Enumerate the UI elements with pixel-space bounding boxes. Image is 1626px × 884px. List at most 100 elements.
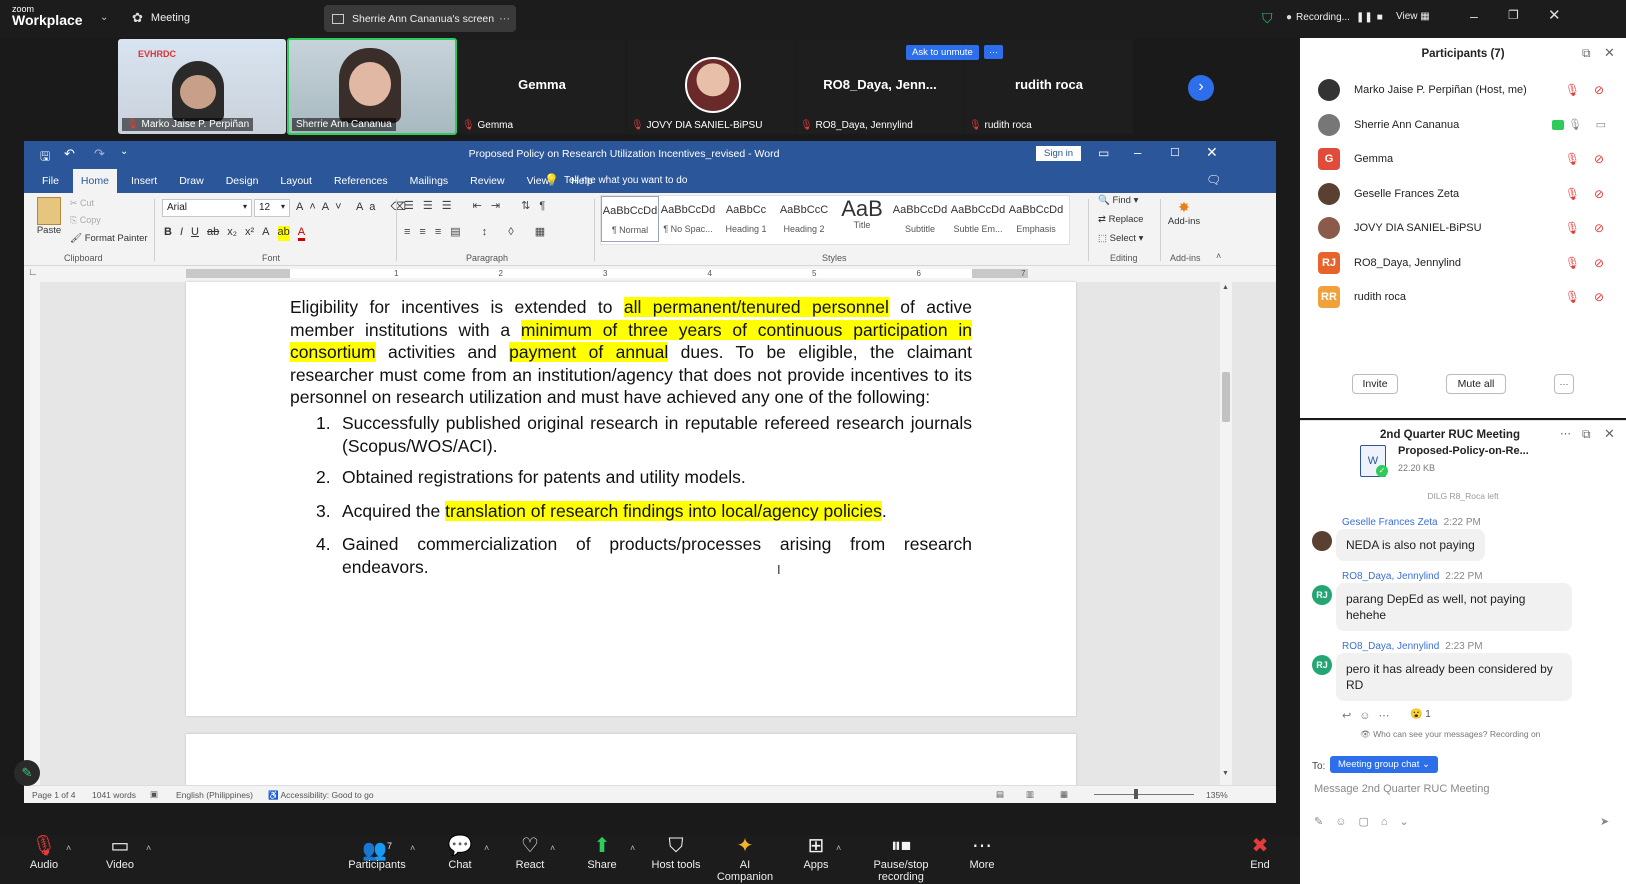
tab-layout[interactable]: Layout xyxy=(272,169,320,193)
language-status[interactable]: English (Philippines) xyxy=(176,790,253,800)
pop-out-icon[interactable]: ⧉ xyxy=(1582,427,1591,442)
font-color-button[interactable]: A xyxy=(297,226,306,241)
apps-button[interactable]: ⊞ Apps xyxy=(796,835,836,871)
close-icon[interactable]: ✕ xyxy=(1604,426,1615,442)
chat-sender[interactable]: RO8_Daya, Jennylind 2:23 PM xyxy=(1342,641,1483,652)
select-button[interactable]: ⬚ Select ▾ xyxy=(1098,233,1143,244)
chat-sender[interactable]: Geselle Frances Zeta 2:22 PM xyxy=(1342,517,1481,528)
minimize-icon[interactable]: – xyxy=(1134,145,1141,160)
privacy-note[interactable]: 👁 Who can see your messages? Recording o… xyxy=(1360,729,1540,740)
tab-references[interactable]: References xyxy=(326,169,396,193)
tab-file[interactable]: File xyxy=(34,169,67,193)
maximize-icon[interactable]: ☐ xyxy=(1170,146,1180,159)
participant-row[interactable]: RJ RO8_Daya, Jennylind 🎙 ⊘ xyxy=(1300,246,1626,280)
tab-review[interactable]: Review xyxy=(462,169,512,193)
ask-to-unmute-button[interactable]: Ask to unmute xyxy=(906,45,979,60)
replace-button[interactable]: ⇄ Replace xyxy=(1098,214,1143,225)
cut-button[interactable]: ✂ Cut xyxy=(70,198,94,209)
react-button[interactable]: ♡ React xyxy=(510,835,550,871)
video-tile-gemma[interactable]: Gemma 🎙 Gemma xyxy=(458,39,626,134)
superscript-button[interactable]: x² xyxy=(245,226,254,241)
strikethrough-button[interactable]: ab xyxy=(207,226,219,241)
chat-button[interactable]: 💬 Chat xyxy=(440,835,480,871)
bold-button[interactable]: B xyxy=(164,226,172,241)
zoom-slider-thumb[interactable] xyxy=(1134,789,1138,799)
pop-out-icon[interactable]: ⧉ xyxy=(1582,46,1591,61)
ribbon-display-icon[interactable]: ▭ xyxy=(1098,146,1109,160)
chat-options-icon[interactable]: ˄ xyxy=(484,843,489,853)
zoom-level[interactable]: 135% xyxy=(1206,790,1228,800)
chat-message[interactable]: pero it has already been considered by R… xyxy=(1336,653,1572,701)
chat-sender[interactable]: RO8_Daya, Jennylind 2:22 PM xyxy=(1342,571,1483,582)
participants-button[interactable]: 👥7 Participants xyxy=(344,835,410,871)
scroll-down-icon[interactable]: ▼ xyxy=(1222,770,1229,777)
format-painter-button[interactable]: 🖌 Format Painter xyxy=(70,233,148,244)
recording-indicator[interactable]: ● Recording... ❚❚ ■ xyxy=(1286,12,1383,23)
print-layout-icon[interactable]: ▥ xyxy=(1026,789,1034,800)
find-button[interactable]: 🔍 Find ▾ xyxy=(1098,195,1138,206)
list-buttons[interactable]: ☰☰☰ ⇤⇥ ⇅¶ xyxy=(404,199,554,212)
add-ins-button[interactable]: ✸ Add-ins xyxy=(1166,199,1202,227)
vertical-scrollbar[interactable]: ▲ ▼ xyxy=(1220,282,1232,785)
more-icon[interactable]: ⋯ xyxy=(499,12,510,25)
restore-icon[interactable]: ❐ xyxy=(1508,8,1519,22)
share-options-icon[interactable]: ˄ xyxy=(630,843,635,853)
font-size-select[interactable]: 12 ▾ xyxy=(254,199,290,217)
end-button[interactable]: ✖ End xyxy=(1240,835,1280,871)
mute-all-button[interactable]: Mute all xyxy=(1446,374,1506,394)
invite-button[interactable]: Invite xyxy=(1352,374,1398,394)
participant-row[interactable]: RR rudith roca 🎙 ⊘ xyxy=(1300,280,1626,314)
scroll-thumb[interactable] xyxy=(1222,372,1230,422)
page-count[interactable]: Page 1 of 4 xyxy=(32,790,75,800)
meeting-info-button[interactable]: ✿ Meeting xyxy=(132,10,190,26)
word-count[interactable]: 1041 words xyxy=(92,790,136,800)
style-3[interactable]: AaBbCc Heading 1 xyxy=(717,196,775,242)
tab-mailings[interactable]: Mailings xyxy=(402,169,457,193)
save-icon[interactable]: 🖫 xyxy=(40,147,50,168)
apps-options-icon[interactable]: ˄ xyxy=(836,843,841,853)
underline-button[interactable]: U xyxy=(191,226,199,241)
participant-row[interactable]: Geselle Frances Zeta 🎙 ⊘ xyxy=(1300,177,1626,211)
zoom-slider[interactable] xyxy=(1094,794,1194,795)
chevron-down-icon[interactable]: ⌄ xyxy=(100,12,108,23)
participant-row[interactable]: Sherrie Ann Cananua 🎙 ▭ xyxy=(1300,108,1626,142)
scroll-up-icon[interactable]: ▲ xyxy=(1222,284,1229,291)
video-tile-sherrie[interactable]: Sherrie Ann Cananua xyxy=(287,38,457,135)
copy-button[interactable]: ⎘ Copy xyxy=(70,215,101,226)
participant-row[interactable]: Marko Jaise P. Perpiñan (Host, me) 🎙 ⊘ xyxy=(1300,73,1626,107)
screen-share-indicator[interactable]: Sherrie Ann Cananua's screen ⋯ xyxy=(324,5,516,32)
style-7[interactable]: AaBbCcDd Subtle Em... xyxy=(949,196,1007,242)
alignment-buttons[interactable]: ≡≡≡▤ ↕ ◊ ▦ xyxy=(404,225,554,238)
send-icon[interactable]: ➤ xyxy=(1600,815,1609,828)
style-4[interactable]: AaBbCcC Heading 2 xyxy=(775,196,833,242)
chat-message[interactable]: NEDA is also not paying xyxy=(1336,529,1485,561)
italic-button[interactable]: I xyxy=(180,226,183,241)
pause-stop-recording-button[interactable]: ⏸⏹ Pause/stop recording xyxy=(852,835,950,883)
proofing-icon[interactable]: ▣ xyxy=(150,789,158,800)
video-tile-marko[interactable]: EVHRDC 🎙 Marko Jaise P. Perpiñan xyxy=(118,39,286,134)
style-8[interactable]: AaBbCcDd Emphasis xyxy=(1007,196,1065,242)
host-tools-button[interactable]: ⛉ Host tools xyxy=(650,835,702,871)
minimize-icon[interactable]: – xyxy=(1470,8,1478,24)
style-5[interactable]: AaB Title xyxy=(833,196,891,242)
tab-insert[interactable]: Insert xyxy=(123,169,165,193)
annotate-icon[interactable]: ✎ xyxy=(14,760,40,786)
video-button[interactable]: ▭ Video xyxy=(100,835,140,871)
undo-icon[interactable]: ↶ xyxy=(64,146,75,162)
reaction[interactable]: 😮 1 xyxy=(1410,709,1431,720)
subscript-button[interactable]: x₂ xyxy=(227,226,237,241)
video-tile-jovy[interactable]: 🎙 JOVY DIA SANIEL-BiPSU xyxy=(627,39,795,134)
style-6[interactable]: AaBbCcDd Subtitle xyxy=(891,196,949,242)
tab-home[interactable]: Home xyxy=(72,169,117,193)
close-icon[interactable]: ✕ xyxy=(1604,45,1615,61)
tell-me-search[interactable]: Tell me what you want to do xyxy=(564,175,687,186)
chat-input[interactable]: Message 2nd Quarter RUC Meeting xyxy=(1314,783,1489,795)
participants-options-icon[interactable]: ˄ xyxy=(410,843,415,853)
paste-button[interactable]: Paste xyxy=(34,197,64,236)
message-actions[interactable]: ↩☺⋯ xyxy=(1342,709,1397,722)
comments-icon[interactable]: 🗨 xyxy=(1206,173,1221,187)
style-2[interactable]: AaBbCcDd ¶ No Spac... xyxy=(659,196,717,242)
customize-qat-icon[interactable]: ⌄ xyxy=(120,146,128,157)
react-options-icon[interactable]: ˄ xyxy=(550,843,555,853)
web-layout-icon[interactable]: ▦ xyxy=(1060,789,1068,800)
